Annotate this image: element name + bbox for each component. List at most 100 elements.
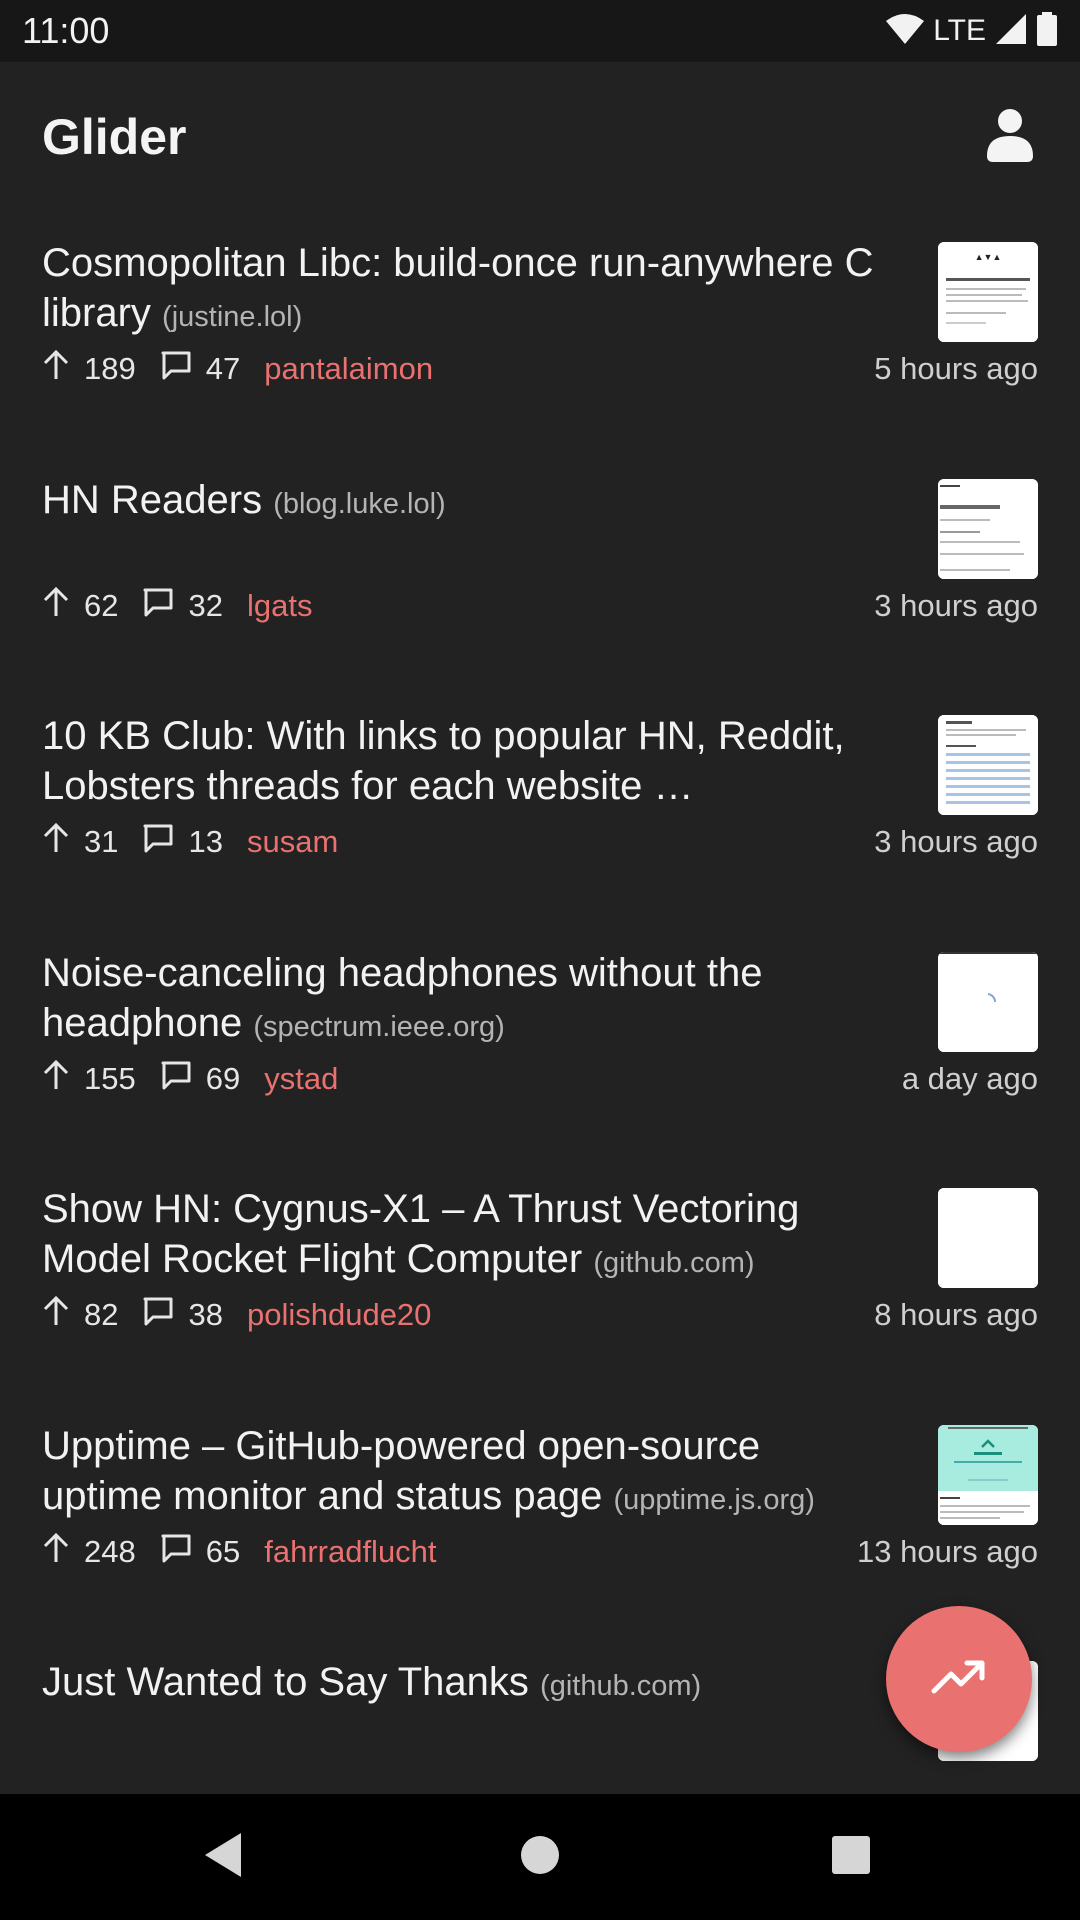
story-domain: (spectrum.ieee.org) xyxy=(253,1010,505,1043)
story-item[interactable]: Upptime – GitHub-powered open-source upt… xyxy=(0,1395,1080,1632)
story-comments[interactable]: 32 xyxy=(142,587,223,625)
upvote-icon xyxy=(42,1532,70,1572)
story-points[interactable]: 62 xyxy=(42,586,118,626)
system-nav-bar xyxy=(0,1794,1080,1920)
upvote-icon xyxy=(42,586,70,626)
account-button[interactable] xyxy=(982,108,1038,165)
story-title-text: HN Readers xyxy=(42,477,263,522)
story-user[interactable]: lgats xyxy=(247,588,312,624)
story-time: 13 hours ago xyxy=(857,1533,1038,1569)
story-thumbnail[interactable] xyxy=(938,478,1038,579)
comment-icon xyxy=(160,350,192,388)
upvote-icon xyxy=(42,1295,70,1335)
back-button[interactable] xyxy=(192,1824,258,1890)
story-meta: 189 47 pantalaimon 5 hours ago xyxy=(42,348,1038,390)
home-button[interactable] xyxy=(507,1824,573,1890)
story-title[interactable]: Just Wanted to Say Thanks (github.com) xyxy=(42,1657,882,1711)
story-domain: (upptime.js.org) xyxy=(613,1483,815,1516)
status-time: 11:00 xyxy=(22,10,110,51)
status-icons: LTE xyxy=(885,11,1058,51)
story-time: 3 hours ago xyxy=(874,587,1038,623)
network-type: LTE xyxy=(933,14,986,47)
story-domain: (justine.lol) xyxy=(162,301,303,333)
app-title: Glider xyxy=(42,109,187,165)
story-title[interactable]: Upptime – GitHub-powered open-source upt… xyxy=(42,1421,882,1525)
story-points[interactable]: 155 xyxy=(42,1059,136,1099)
story-user[interactable]: fahrradflucht xyxy=(264,1534,436,1570)
story-title[interactable]: 10 KB Club: With links to popular HN, Re… xyxy=(42,711,882,815)
story-points[interactable]: 31 xyxy=(42,822,118,862)
story-item[interactable]: Noise-canceling headphones without the h… xyxy=(0,922,1080,1159)
comments-count: 65 xyxy=(205,1533,241,1569)
story-item[interactable]: HN Readers (blog.luke.lol) 62 32 lgats 3… xyxy=(0,449,1080,686)
story-user[interactable]: susam xyxy=(247,824,338,860)
story-domain: (github.com) xyxy=(540,1670,702,1702)
story-meta: 31 13 susam 3 hours ago xyxy=(42,821,1038,863)
story-item[interactable]: Show HN: Cygnus-X1 – A Thrust Vectoring … xyxy=(0,1158,1080,1395)
story-thumbnail[interactable] xyxy=(938,951,1038,1052)
story-time: a day ago xyxy=(901,1060,1038,1096)
recents-button[interactable] xyxy=(818,1824,884,1890)
battery-icon xyxy=(1036,11,1058,51)
story-points[interactable]: 189 xyxy=(42,349,136,389)
story-thumbnail[interactable]: ▲▼▲ xyxy=(938,242,1038,342)
story-domain: (blog.luke.lol) xyxy=(273,487,446,520)
points-count: 31 xyxy=(84,824,119,859)
story-user[interactable]: pantalaimon xyxy=(264,351,433,387)
comments-count: 38 xyxy=(188,1297,223,1332)
story-title[interactable]: Cosmopolitan Libc: build-once run-anywhe… xyxy=(42,238,882,342)
story-meta: 62 32 lgats 3 hours ago xyxy=(42,585,1038,627)
comments-count: 69 xyxy=(205,1060,241,1096)
signal-icon xyxy=(994,13,1028,50)
recents-icon xyxy=(831,1835,871,1880)
story-comments[interactable]: 69 xyxy=(160,1060,240,1098)
comment-icon xyxy=(160,1533,192,1571)
back-icon xyxy=(201,1831,249,1884)
story-points[interactable]: 82 xyxy=(42,1295,118,1335)
story-time: 8 hours ago xyxy=(874,1297,1038,1332)
story-title[interactable]: Noise-canceling headphones without the h… xyxy=(42,948,882,1052)
story-thumbnail[interactable] xyxy=(938,715,1038,815)
story-domain: (github.com) xyxy=(593,1247,755,1279)
upvote-icon xyxy=(42,349,70,389)
story-comments[interactable]: 38 xyxy=(142,1296,223,1334)
points-count: 62 xyxy=(84,587,119,623)
story-item[interactable]: Cosmopolitan Libc: build-once run-anywhe… xyxy=(0,212,1080,449)
upvote-icon xyxy=(42,1059,70,1099)
story-meta: 82 38 polishdude20 8 hours ago xyxy=(42,1294,1038,1336)
status-bar: 11:00 LTE xyxy=(0,0,1080,62)
points-count: 155 xyxy=(84,1060,136,1096)
story-time: 5 hours ago xyxy=(874,351,1038,386)
story-item[interactable]: 10 KB Club: With links to popular HN, Re… xyxy=(0,685,1080,922)
comment-icon xyxy=(142,823,174,861)
story-meta: 155 69 ystad a day ago xyxy=(42,1058,1038,1100)
story-comments[interactable]: 13 xyxy=(142,823,223,861)
points-count: 189 xyxy=(84,351,136,386)
story-comments[interactable]: 47 xyxy=(160,350,240,388)
story-user[interactable]: ystad xyxy=(264,1061,338,1097)
comments-count: 47 xyxy=(205,351,241,386)
story-thumbnail[interactable] xyxy=(938,1424,1038,1525)
story-title-text: 10 KB Club: With links to popular HN, Re… xyxy=(42,714,845,808)
comment-icon xyxy=(142,587,174,625)
comment-icon xyxy=(160,1060,192,1098)
comments-count: 13 xyxy=(188,824,223,859)
story-thumbnail[interactable] xyxy=(938,1188,1038,1288)
points-count: 82 xyxy=(84,1297,119,1332)
comment-icon xyxy=(142,1296,174,1334)
trending-button[interactable] xyxy=(886,1606,1032,1752)
upvote-icon xyxy=(42,822,70,862)
story-title-text: Just Wanted to Say Thanks xyxy=(42,1660,529,1704)
story-meta: 248 65 fahrradflucht 13 hours ago xyxy=(42,1531,1038,1573)
comments-count: 32 xyxy=(188,587,223,623)
story-user[interactable]: polishdude20 xyxy=(247,1297,431,1333)
story-comments[interactable]: 65 xyxy=(160,1533,240,1571)
story-title[interactable]: Show HN: Cygnus-X1 – A Thrust Vectoring … xyxy=(42,1184,882,1288)
svg-text:▲▼▲: ▲▼▲ xyxy=(975,252,1002,262)
points-count: 248 xyxy=(84,1533,136,1569)
story-title[interactable]: HN Readers (blog.luke.lol) xyxy=(42,475,882,529)
home-icon xyxy=(520,1835,560,1880)
story-points[interactable]: 248 xyxy=(42,1532,136,1572)
story-list[interactable]: Cosmopolitan Libc: build-once run-anywhe… xyxy=(0,212,1080,1794)
wifi-icon xyxy=(885,13,925,50)
